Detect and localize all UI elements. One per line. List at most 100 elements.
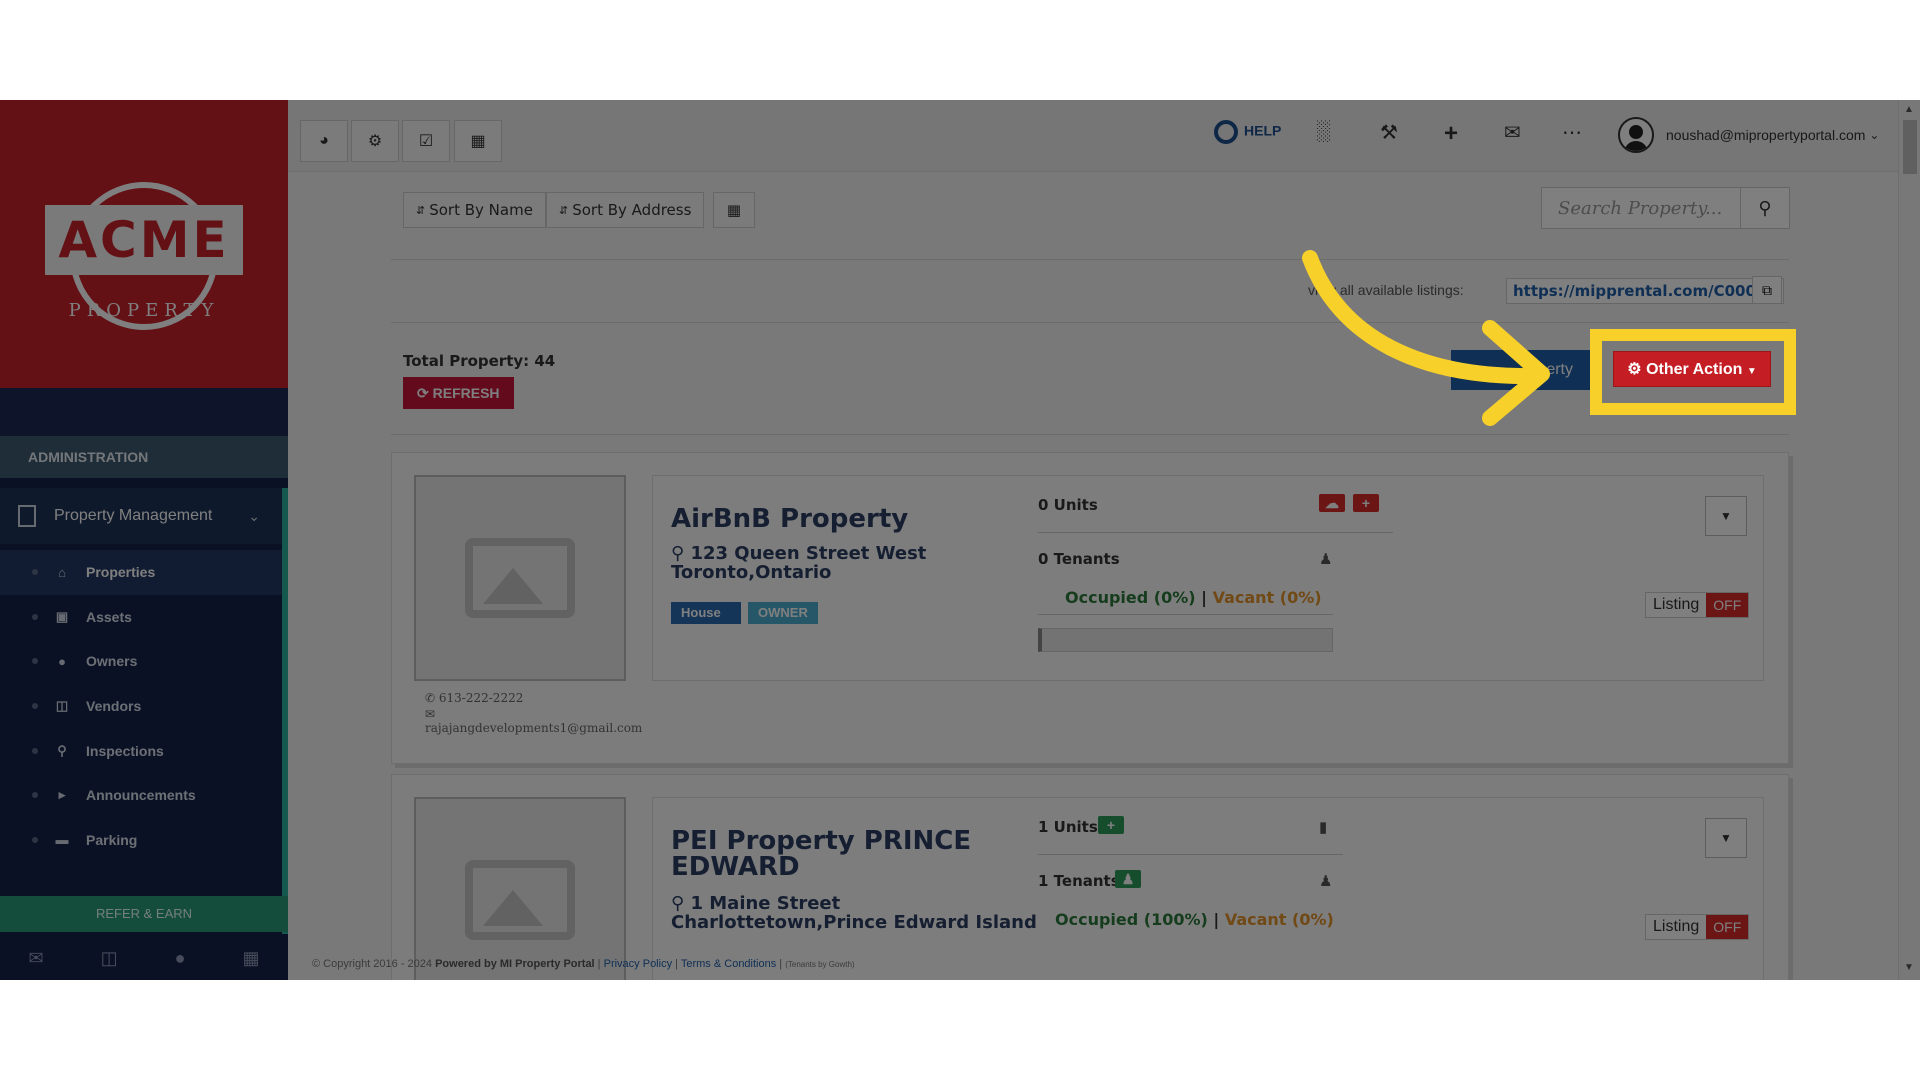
units-count: 1 Units xyxy=(1038,818,1098,836)
refer-and-earn-button[interactable]: REFER & EARN xyxy=(0,896,288,932)
add-unit-icon[interactable]: + xyxy=(1353,494,1379,512)
divider xyxy=(1038,532,1393,533)
occupied-label: Occupied (100%) xyxy=(1055,910,1208,929)
users-icon[interactable]: ♟ xyxy=(1319,872,1332,890)
total-property-count: Total Property: 44 xyxy=(403,352,556,370)
lifebuoy-icon xyxy=(1214,120,1238,144)
home-icon: ⌂ xyxy=(58,564,66,580)
terms-link[interactable]: Terms & Conditions xyxy=(681,958,776,970)
occupancy-progress-bar xyxy=(1038,628,1333,652)
grid-view-button[interactable]: ▦ xyxy=(713,192,755,228)
refresh-label: REFRESH xyxy=(432,385,500,401)
building-icon[interactable]: ▮ xyxy=(1319,818,1327,836)
sort-by-name-button[interactable]: ⇵ Sort By Name xyxy=(403,192,546,228)
bullet-icon xyxy=(32,836,38,843)
avatar xyxy=(1618,117,1654,153)
listing-toggle[interactable]: Listing OFF xyxy=(1645,592,1750,618)
listing-label: Listing xyxy=(1646,593,1707,617)
search-icon: ⚲ xyxy=(1758,197,1772,218)
listing-toggle[interactable]: Listing OFF xyxy=(1645,914,1750,940)
top-bar: ◕ ⚙ ☑ ▦ HELP ░ ⚒ + ✉ ⋯ noushad@mipropert… xyxy=(288,100,1898,172)
add-tenant-icon[interactable]: ♟ xyxy=(1115,870,1141,888)
property-type-badge: House xyxy=(671,602,741,624)
occupancy-summary: Occupied (100%) | Vacant (0%) xyxy=(1055,910,1334,929)
user-icon: ● xyxy=(58,653,66,669)
envelope-icon: ✉ xyxy=(1504,122,1521,144)
sidebar-section-title: ADMINISTRATION xyxy=(0,436,288,478)
tools-button[interactable]: ⚒ xyxy=(1380,120,1398,145)
address-line1-text: 1 Maine Street xyxy=(690,893,841,914)
sidebar-item-properties[interactable]: ⌂ Properties xyxy=(0,550,282,595)
calculator-button[interactable]: ▦ xyxy=(454,120,502,162)
bullet-icon xyxy=(32,703,38,710)
dashboard-button[interactable]: ◕ xyxy=(300,120,348,162)
calculator-icon: ▦ xyxy=(470,133,486,150)
chevron-down-icon: ⌄ xyxy=(248,507,260,524)
envelope-icon[interactable]: ✉ xyxy=(29,948,44,969)
sort-by-address-button[interactable]: ⇵ Sort By Address xyxy=(546,192,705,228)
scroll-down-icon[interactable]: ▼ xyxy=(1904,962,1914,973)
messages-button[interactable]: ✉ xyxy=(1504,120,1521,145)
sort-by-name-label: Sort By Name xyxy=(429,201,533,219)
sort-icon: ⇵ xyxy=(559,203,569,217)
add-button[interactable]: + xyxy=(1444,120,1458,148)
property-actions-dropdown[interactable]: ▼ xyxy=(1705,818,1747,858)
sidebar-item-parking[interactable]: ▬ Parking xyxy=(0,818,282,863)
phone-icon: ✆ xyxy=(425,691,436,705)
divider xyxy=(391,434,1789,435)
users-icon[interactable]: ♟ xyxy=(1319,550,1332,568)
property-name[interactable]: AirBnB Property xyxy=(671,506,991,532)
settings-button[interactable]: ⚙ xyxy=(351,120,399,162)
scroll-thumb[interactable] xyxy=(1903,120,1917,174)
powered-by: Powered by MI Property Portal xyxy=(435,958,595,970)
cloud-upload-icon[interactable]: ☁ xyxy=(1319,494,1345,512)
sidebar-item-label: Owners xyxy=(86,653,138,670)
brand-logo[interactable]: ACME PROPERTY xyxy=(0,100,288,388)
bullhorn-icon: ▸ xyxy=(58,787,66,803)
sidebar-item-vendors[interactable]: ◫ Vendors xyxy=(0,684,282,729)
sort-by-address-label: Sort By Address xyxy=(572,201,692,219)
reports-button[interactable]: ░ xyxy=(1316,120,1330,143)
copy-icon[interactable]: ⧉ xyxy=(1752,276,1782,304)
property-details: AirBnB Property ⚲ 123 Queen Street West … xyxy=(652,475,1764,681)
user-icon[interactable]: ● xyxy=(175,948,186,969)
property-image-placeholder[interactable] xyxy=(414,797,626,980)
other-action-button[interactable]: ⚙ Other Action ▼ xyxy=(1613,351,1771,387)
calculator-icon[interactable]: ▦ xyxy=(242,948,259,969)
help-link[interactable]: HELP xyxy=(1214,120,1281,144)
calendar-button[interactable]: ☑ xyxy=(402,120,450,162)
property-actions-dropdown[interactable]: ▼ xyxy=(1705,496,1747,536)
listing-state: OFF xyxy=(1706,593,1749,617)
sidebar-item-assets[interactable]: ▣ Assets xyxy=(0,595,282,640)
bullet-icon xyxy=(32,613,38,620)
divider xyxy=(391,322,1789,323)
sidebar-item-announcements[interactable]: ▸ Announcements xyxy=(0,773,282,818)
briefcase-icon[interactable]: ◫ xyxy=(101,948,118,969)
property-card: PEI Property PRINCE EDWARD ⚲ 1 Maine Str… xyxy=(391,774,1789,980)
envelope-icon: ✉ xyxy=(425,707,436,721)
vacant-label: Vacant (0%) xyxy=(1212,588,1322,607)
privacy-link[interactable]: Privacy Policy xyxy=(604,958,672,970)
more-button[interactable]: ⋯ xyxy=(1562,120,1582,145)
refresh-button[interactable]: ⟳ REFRESH xyxy=(403,377,514,409)
property-image-placeholder[interactable] xyxy=(414,475,626,681)
sidebar-item-owners[interactable]: ● Owners xyxy=(0,639,282,684)
user-email: noushad@mipropertyportal.com xyxy=(1666,127,1866,143)
arrow-shaft xyxy=(1302,250,1543,385)
listing-state: OFF xyxy=(1706,915,1749,939)
property-name[interactable]: PEI Property PRINCE EDWARD xyxy=(671,828,991,880)
sidebar-item-inspections[interactable]: ⚲ Inspections xyxy=(0,728,282,773)
sidebar-item-label: Parking xyxy=(86,831,138,848)
search-input[interactable]: Search Property... xyxy=(1541,187,1741,229)
sidebar-group-property-management[interactable]: Property Management ⌄ xyxy=(0,488,288,544)
user-menu[interactable]: noushad@mipropertyportal.com ⌄ xyxy=(1618,117,1879,153)
chevron-down-icon: ⌄ xyxy=(1869,128,1880,142)
search-button[interactable]: ⚲ xyxy=(1740,187,1790,229)
scrollbar[interactable]: ▲ ▼ xyxy=(1898,100,1920,980)
add-unit-icon[interactable]: + xyxy=(1098,816,1124,834)
scroll-up-icon[interactable]: ▲ xyxy=(1904,104,1914,115)
ellipsis-icon: ⋯ xyxy=(1562,122,1582,144)
briefcase-icon: ◫ xyxy=(55,698,69,714)
address-line1-text: 123 Queen Street West xyxy=(690,543,927,564)
bullet-icon xyxy=(32,792,38,799)
